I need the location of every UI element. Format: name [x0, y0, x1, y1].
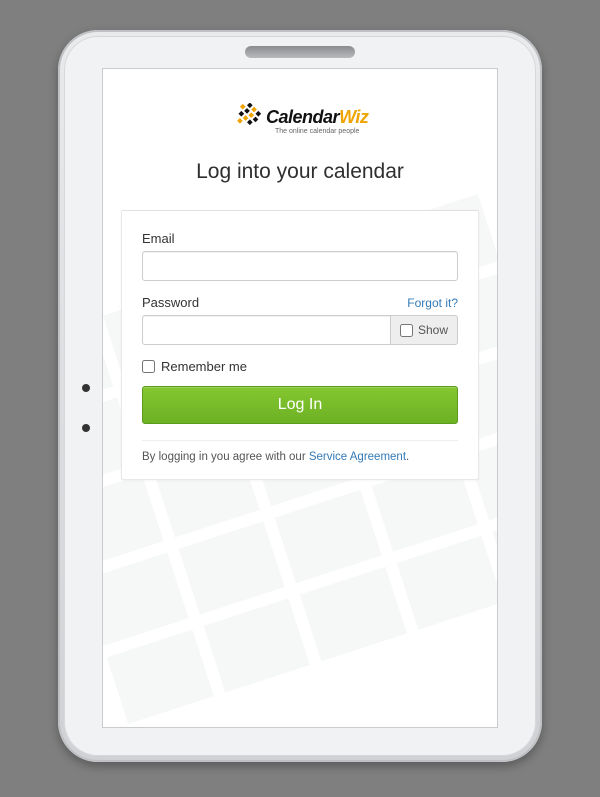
logo-tagline: The online calendar people	[266, 128, 368, 135]
agreement-prefix: By logging in you agree with our	[142, 451, 309, 463]
agreement-text: By logging in you agree with our Service…	[142, 451, 458, 463]
password-field[interactable]	[142, 315, 391, 345]
show-password-toggle[interactable]: Show	[391, 315, 458, 345]
logo: CalendarWiz The online calendar people	[103, 103, 497, 138]
tablet-frame: CalendarWiz The online calendar people L…	[58, 30, 542, 762]
screen: CalendarWiz The online calendar people L…	[102, 68, 498, 728]
email-label: Email	[142, 231, 175, 246]
service-agreement-link[interactable]: Service Agreement	[309, 451, 406, 463]
password-input-group: Show	[142, 315, 458, 345]
agreement-suffix: .	[406, 451, 409, 463]
login-button[interactable]: Log In	[142, 386, 458, 424]
show-password-checkbox[interactable]	[400, 324, 413, 337]
forgot-password-link[interactable]: Forgot it?	[407, 296, 458, 310]
remember-me-label: Remember me	[161, 359, 247, 374]
logo-word-calendar: Calendar	[266, 107, 339, 127]
logo-text: CalendarWiz The online calendar people	[266, 107, 368, 135]
page-title: Log into your calendar	[103, 160, 497, 184]
email-field[interactable]	[142, 251, 458, 281]
email-group: Email	[142, 231, 458, 281]
logo-icon	[232, 103, 262, 138]
tablet-inner: CalendarWiz The online calendar people L…	[64, 36, 536, 756]
password-label: Password	[142, 295, 199, 310]
show-password-label: Show	[418, 323, 448, 337]
divider	[142, 440, 458, 441]
password-group: Password Forgot it? Show	[142, 295, 458, 345]
speaker-grille	[245, 46, 355, 58]
camera-dot	[82, 384, 90, 392]
logo-word-wiz: Wiz	[339, 107, 368, 127]
login-card: Email Password Forgot it?	[121, 210, 479, 480]
remember-me-checkbox[interactable]	[142, 360, 155, 373]
content-area: CalendarWiz The online calendar people L…	[103, 69, 497, 480]
home-button-dot	[82, 424, 90, 432]
remember-me-row[interactable]: Remember me	[142, 359, 458, 374]
